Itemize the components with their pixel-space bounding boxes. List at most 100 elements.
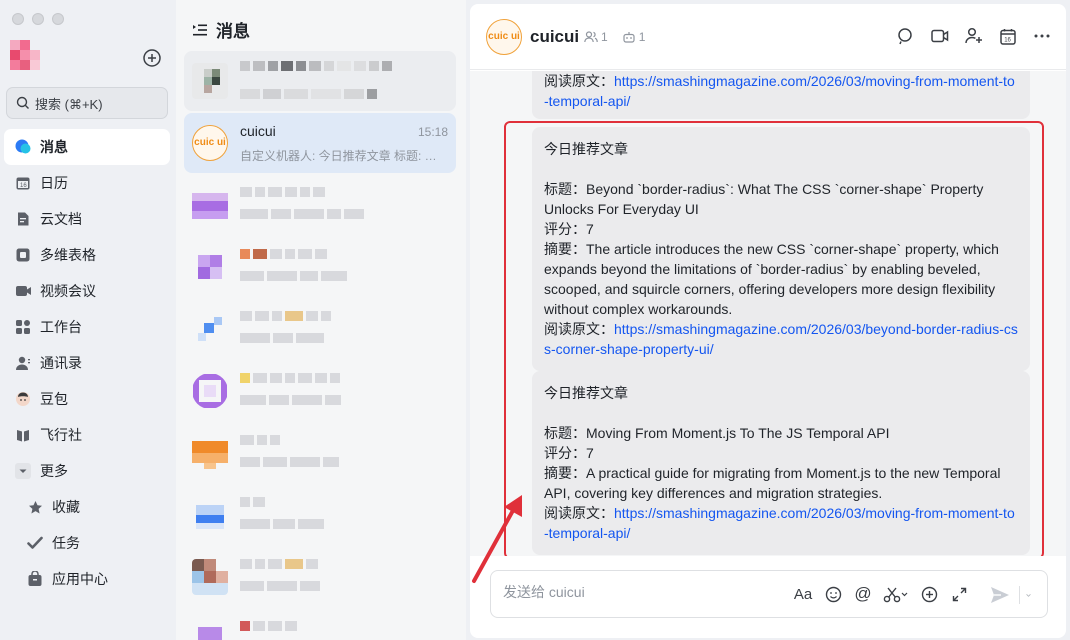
blurred-avatar bbox=[192, 193, 228, 219]
score-label: 评分： bbox=[544, 221, 586, 237]
message-link-line: 阅读原文：https://smashingmagazine.com/2026/0… bbox=[544, 503, 1018, 543]
emoji-button[interactable] bbox=[823, 584, 843, 604]
message-input[interactable] bbox=[503, 584, 763, 600]
chat-list-item-blurred[interactable] bbox=[184, 175, 456, 235]
sidebar-item-label: 任务 bbox=[52, 535, 80, 551]
zoom-window-button[interactable] bbox=[52, 13, 64, 25]
global-search-button[interactable]: 搜索 (⌘+K) bbox=[6, 87, 168, 119]
chevron-down-icon[interactable] bbox=[1019, 586, 1033, 604]
chat-list-item-cuicui[interactable]: cuic ui cuicui 15:18 自定义机器人: 今日推荐文章 标题: … bbox=[184, 113, 456, 173]
composer-toolbar: Aa @ bbox=[793, 584, 969, 604]
text-format-icon: Aa bbox=[793, 585, 813, 603]
flight-club-icon bbox=[14, 426, 32, 444]
sidebar-item-label: 通讯录 bbox=[40, 355, 82, 371]
chat-list-item-blurred[interactable] bbox=[184, 485, 456, 545]
sidebar-item-app-center[interactable]: 应用中心 bbox=[4, 561, 170, 597]
blurred-name bbox=[240, 621, 297, 631]
expand-composer-button[interactable] bbox=[949, 584, 969, 604]
article-link[interactable]: https://smashingmagazine.com/2026/03/mov… bbox=[544, 73, 1015, 109]
blurred-name bbox=[240, 311, 331, 321]
message-title-line: 标题：Beyond `border-radius`: What The CSS … bbox=[544, 179, 1018, 219]
chat-header: cuic ui cuicui 1 1 16 bbox=[470, 4, 1066, 70]
chat-header-actions: 16 bbox=[896, 26, 1052, 46]
chat-list-item-blurred[interactable] bbox=[184, 547, 456, 607]
chat-window: cuic ui cuicui 1 1 16 阅读原文：https://smash… bbox=[470, 4, 1066, 638]
message-bubble[interactable]: 今日推荐文章 标题：Beyond `border-radius`: What T… bbox=[532, 127, 1030, 371]
article-title: Moving From Moment.js To The JS Temporal… bbox=[586, 425, 890, 441]
summary-label: 摘要： bbox=[544, 465, 586, 481]
member-count[interactable]: 1 bbox=[584, 30, 608, 44]
video-call-button[interactable] bbox=[930, 26, 950, 46]
blurred-avatar bbox=[198, 627, 222, 640]
at-sign-icon: @ bbox=[854, 584, 872, 603]
app-center-icon bbox=[26, 570, 44, 588]
screenshot-button[interactable] bbox=[883, 584, 909, 604]
task-check-icon bbox=[26, 534, 44, 552]
svg-text:16: 16 bbox=[1004, 37, 1011, 43]
chat-list-item-blurred[interactable] bbox=[184, 51, 456, 111]
chat-list-item-blurred[interactable] bbox=[184, 361, 456, 421]
message-summary-line: 摘要：A practical guide for migrating from … bbox=[544, 463, 1018, 503]
chat-list-item-blurred[interactable] bbox=[184, 299, 456, 359]
video-icon bbox=[931, 29, 949, 43]
sidebar-item-tasks[interactable]: 任务 bbox=[4, 525, 170, 561]
sidebar-item-more[interactable]: 更多 bbox=[4, 453, 170, 489]
sidebar-item-label: 多维表格 bbox=[40, 247, 96, 263]
sidebar-item-doubao[interactable]: 豆包 bbox=[4, 381, 170, 417]
attach-more-button[interactable] bbox=[919, 584, 939, 604]
user-avatar-icon[interactable] bbox=[10, 40, 40, 70]
chat-title[interactable]: cuicui bbox=[530, 27, 579, 47]
message-icon bbox=[14, 138, 32, 156]
close-window-button[interactable] bbox=[12, 13, 24, 25]
sidebar-item-label: 更多 bbox=[40, 463, 68, 479]
search-chat-button[interactable] bbox=[896, 26, 916, 46]
message-link-line: 阅读原文：https://smashingmagazine.com/2026/0… bbox=[544, 319, 1018, 359]
star-icon bbox=[26, 498, 44, 516]
chat-list-item-blurred[interactable] bbox=[184, 237, 456, 297]
sidebar-item-contacts[interactable]: 通讯录 bbox=[4, 345, 170, 381]
blurred-preview bbox=[240, 333, 324, 343]
list-filter-icon[interactable] bbox=[192, 23, 208, 37]
sidebar-item-cloud-docs[interactable]: 云文档 bbox=[4, 201, 170, 237]
bot-avatar[interactable]: cuic ui bbox=[486, 19, 522, 55]
add-circle-icon[interactable] bbox=[142, 48, 162, 68]
text-format-button[interactable]: Aa bbox=[793, 584, 813, 604]
bot-count-value: 1 bbox=[638, 30, 646, 44]
message-list[interactable]: 阅读原文：https://smashingmagazine.com/2026/0… bbox=[470, 71, 1066, 556]
message-bubble[interactable]: 今日推荐文章 标题：Moving From Moment.js To The J… bbox=[532, 371, 1030, 555]
chat-list-item-blurred[interactable] bbox=[184, 423, 456, 483]
minimize-window-button[interactable] bbox=[32, 13, 44, 25]
bot-count[interactable]: 1 bbox=[622, 30, 646, 44]
send-icon[interactable] bbox=[989, 584, 1011, 606]
sidebar-item-flight-club[interactable]: 飞行社 bbox=[4, 417, 170, 453]
cloud-doc-icon bbox=[14, 210, 32, 228]
blurred-name bbox=[240, 61, 392, 71]
blurred-avatar bbox=[198, 255, 222, 279]
message-heading: 今日推荐文章 bbox=[544, 385, 628, 401]
message-heading: 今日推荐文章 bbox=[544, 141, 628, 157]
message-summary-line: 摘要：The article introduces the new CSS `c… bbox=[544, 239, 1018, 319]
message-bubble[interactable]: 阅读原文：https://smashingmagazine.com/2026/0… bbox=[532, 71, 1030, 119]
article-summary: A practical guide for migrating from Mom… bbox=[544, 465, 1001, 501]
sidebar-item-messages[interactable]: 消息 bbox=[4, 129, 170, 165]
member-count-value: 1 bbox=[601, 30, 608, 44]
sidebar-item-video-meeting[interactable]: 视频会议 bbox=[4, 273, 170, 309]
add-member-button[interactable] bbox=[964, 26, 984, 46]
sidebar-item-label: 视频会议 bbox=[40, 283, 96, 299]
blurred-name bbox=[240, 497, 265, 507]
article-link[interactable]: https://smashingmagazine.com/2026/03/mov… bbox=[544, 505, 1015, 541]
blurred-preview bbox=[240, 209, 364, 219]
blurred-name bbox=[240, 249, 327, 259]
sidebar: 搜索 (⌘+K) 消息 16 日历 云文档 多维表格 视频会议 工作台 通讯录 … bbox=[0, 0, 176, 640]
sidebar-item-calendar[interactable]: 16 日历 bbox=[4, 165, 170, 201]
mention-button[interactable]: @ bbox=[853, 584, 873, 604]
sidebar-item-favorites[interactable]: 收藏 bbox=[4, 489, 170, 525]
article-link[interactable]: https://smashingmagazine.com/2026/03/bey… bbox=[544, 321, 1018, 357]
chat-list-item-blurred[interactable] bbox=[184, 609, 456, 640]
sidebar-nav: 消息 16 日历 云文档 多维表格 视频会议 工作台 通讯录 豆包 飞行社 更多… bbox=[4, 129, 170, 597]
more-options-button[interactable] bbox=[1032, 26, 1052, 46]
sidebar-item-base[interactable]: 多维表格 bbox=[4, 237, 170, 273]
calendar-button[interactable]: 16 bbox=[998, 26, 1018, 46]
sidebar-item-workplace[interactable]: 工作台 bbox=[4, 309, 170, 345]
blurred-name bbox=[240, 187, 325, 197]
